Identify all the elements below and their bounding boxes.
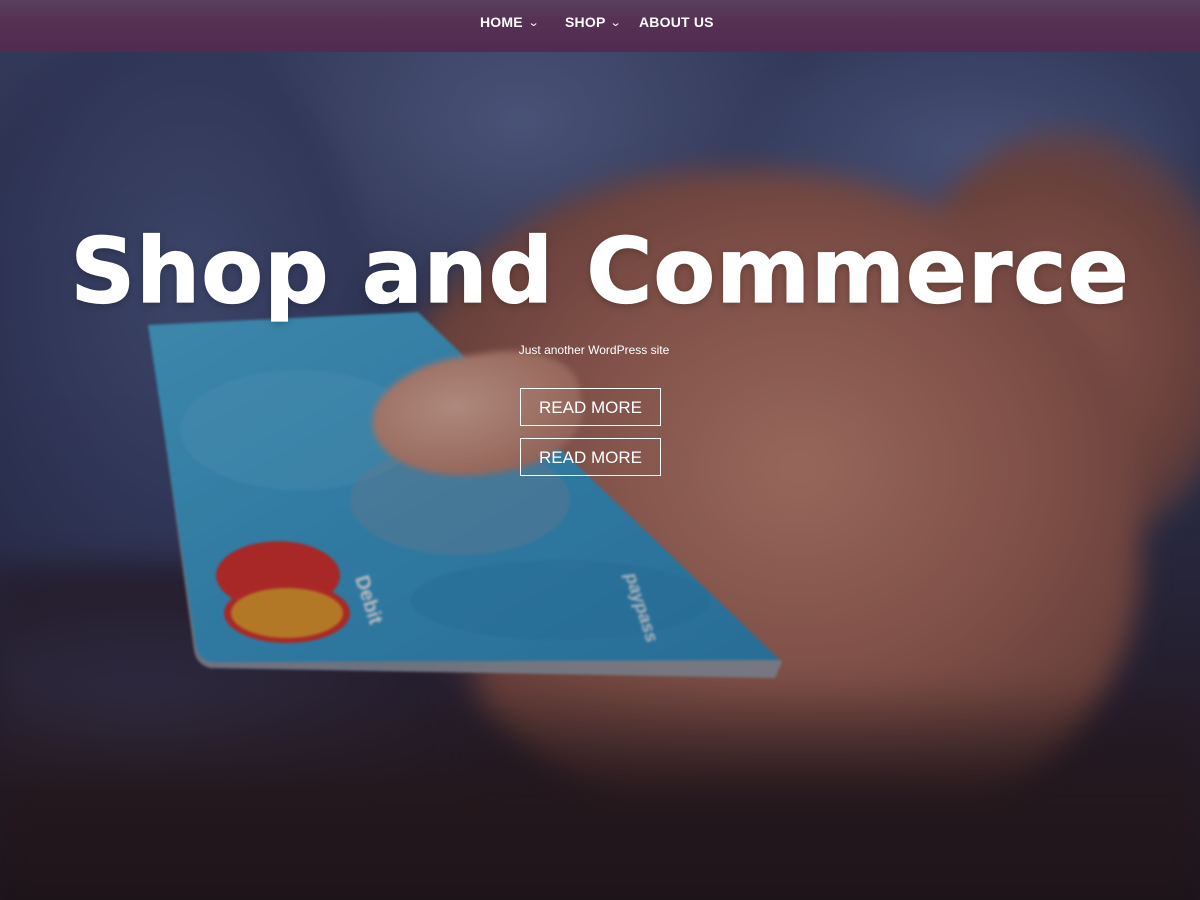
read-more-button[interactable]: READ MORE <box>520 388 661 426</box>
read-more-button-secondary[interactable]: READ MORE <box>520 438 661 476</box>
nav-item-shop-label: SHOP <box>565 14 606 30</box>
chevron-down-icon: ⌄ <box>610 17 623 29</box>
site-tagline: Just another WordPress site <box>518 343 670 357</box>
chevron-down-icon: ⌄ <box>527 17 540 29</box>
nav-item-home-label: HOME <box>480 14 523 30</box>
nav-item-about-us[interactable]: ABOUT US <box>639 14 714 30</box>
top-navigation-bar: HOME ⌄ SHOP ⌄ ABOUT US <box>0 0 1200 52</box>
nav-item-home[interactable]: HOME ⌄ <box>480 14 540 30</box>
nav-item-about-us-label: ABOUT US <box>639 14 714 30</box>
nav-item-shop[interactable]: SHOP ⌄ <box>565 14 623 30</box>
site-title[interactable]: Shop and Commerce <box>0 221 1200 322</box>
